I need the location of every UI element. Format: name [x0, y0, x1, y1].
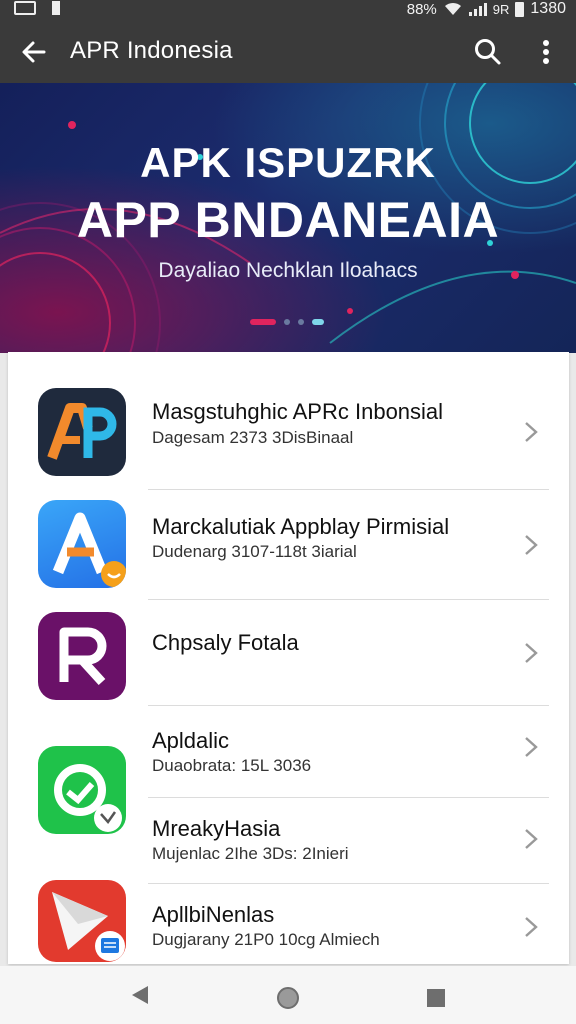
app-name: MreakyHasia [152, 816, 281, 841]
app-subtitle: Dagesam 2373 3DisBinaal [152, 428, 354, 447]
app-name: ApllbiNenlas [152, 902, 275, 927]
app-bar: APR Indonesia [0, 20, 576, 83]
image-icon [14, 1, 36, 15]
ap-logo-icon [38, 388, 126, 476]
back-arrow-icon[interactable] [18, 36, 50, 68]
clock: 1380 [530, 0, 566, 17]
search-icon[interactable] [472, 36, 504, 68]
carousel-dot[interactable] [284, 319, 290, 325]
list-item[interactable]: Masgstuhghic APRc Inbonsial Dagesam 2373… [8, 352, 569, 490]
battery-icon [515, 1, 525, 17]
banner-headline: APK ISPUZRK [140, 139, 436, 186]
app-name: Marckalutiak Appblay Pirmisial [152, 514, 450, 539]
app-subtitle: Duaobrata: 15L 3036 [152, 756, 312, 775]
r-logo-icon [38, 612, 126, 700]
more-vert-icon[interactable] [532, 36, 560, 68]
list-item[interactable]: Marckalutiak Appblay Pirmisial Dudenarg … [8, 490, 569, 600]
navigation-bar [0, 966, 576, 1024]
nav-recents-icon[interactable] [426, 988, 446, 1008]
carrier-label: 9R [492, 1, 510, 17]
chevron-right-icon [525, 535, 538, 555]
page-title: APR Indonesia [70, 37, 233, 64]
app-name: Apldalic [152, 728, 230, 753]
app-list: Masgstuhghic APRc Inbonsial Dagesam 2373… [8, 352, 569, 964]
chevron-right-icon [525, 737, 538, 757]
banner-title: APP BNDANEAIA [76, 192, 500, 248]
wifi-icon [444, 2, 461, 15]
nav-back-icon[interactable] [130, 984, 150, 1006]
app-subtitle: Dudenarg 3107-118t 3iarial [152, 542, 357, 561]
carousel-indicator[interactable] [250, 319, 324, 325]
app-subtitle: Dugjarany 21P0 10cg Almiech [152, 930, 380, 949]
banner-subtitle: Dayaliao Nechklan Iloahacs [158, 259, 418, 282]
list-item[interactable]: ApllbiNenlas Dugjarany 21P0 10cg Almiech [8, 880, 569, 964]
notification-dot-icon [52, 1, 60, 15]
chevron-right-icon [525, 917, 538, 937]
screen: 88% 9R 1380 APR Indonesia APK ISPUZRK AP… [0, 0, 576, 1024]
red-play-icon [38, 880, 126, 962]
list-item[interactable]: Chpsaly Fotala [8, 600, 569, 706]
carousel-dot[interactable] [298, 319, 304, 325]
app-subtitle: Mujenlac 2Ihe 3Ds: 2Inieri [152, 844, 349, 863]
app-name: Chpsaly Fotala [152, 630, 299, 655]
app-name: Masgstuhghic APRc Inbonsial [152, 399, 444, 424]
promo-banner[interactable]: APK ISPUZRK APP BNDANEAIA Dayaliao Nechk… [0, 83, 576, 353]
carousel-dot[interactable] [250, 319, 276, 325]
battery-percent: 88% [406, 0, 437, 18]
nav-home-icon[interactable] [276, 986, 300, 1010]
signal-icon [468, 2, 487, 16]
chevron-right-icon [525, 829, 538, 849]
status-bar: 88% 9R 1380 [0, 0, 576, 20]
list-item[interactable]: MreakyHasia Mujenlac 2Ihe 3Ds: 2Inieri [8, 798, 569, 884]
carousel-dot[interactable] [312, 319, 324, 325]
a-logo-icon [38, 500, 126, 588]
chevron-right-icon [525, 422, 538, 442]
chevron-right-icon [525, 643, 538, 663]
list-item[interactable]: Apldalic Duaobrata: 15L 3036 [8, 706, 569, 834]
